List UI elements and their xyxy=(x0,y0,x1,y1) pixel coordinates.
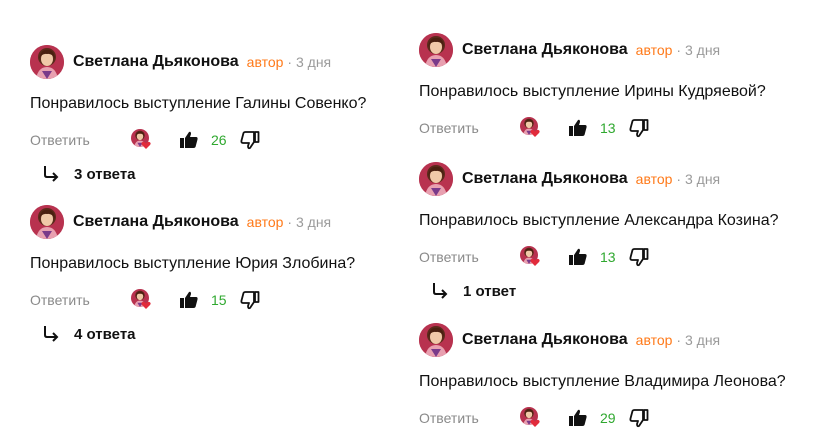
author-badge: автор xyxy=(635,332,673,348)
comment: Светлана Дьяконова автор · 3 дня Понрави… xyxy=(419,322,799,429)
replies-count[interactable]: 3 ответа xyxy=(74,166,136,183)
comment-text: Понравилось выступление Владимира Леонов… xyxy=(419,373,786,390)
author-name[interactable]: Светлана Дьяконова xyxy=(462,170,628,188)
author-name[interactable]: Светлана Дьяконова xyxy=(462,41,628,59)
comment: Светлана Дьяконова автор · 3 дня Понрави… xyxy=(30,44,410,184)
author-heart-reaction-icon xyxy=(131,289,153,311)
thumbs-down-icon[interactable] xyxy=(240,290,260,310)
author-name[interactable]: Светлана Дьяконова xyxy=(73,213,239,231)
comment-header: Светлана Дьяконова автор · 3 дня xyxy=(30,204,410,240)
thumbs-down-icon[interactable] xyxy=(629,408,649,428)
like-count: 29 xyxy=(600,410,616,426)
comment-actions: Ответить 15 xyxy=(30,289,410,311)
thumbs-down-icon[interactable] xyxy=(240,130,260,150)
replies-count[interactable]: 4 ответа xyxy=(74,326,136,343)
comment-text: Понравилось выступление Александра Козин… xyxy=(419,212,779,229)
comment-header: Светлана Дьяконова автор · 3 дня xyxy=(419,322,799,358)
comment-header: Светлана Дьяконова автор · 3 дня xyxy=(419,161,799,197)
comment: Светлана Дьяконова автор · 3 дня Понрави… xyxy=(419,161,799,301)
author-badge: автор xyxy=(635,42,673,58)
author-badge: автор xyxy=(635,171,673,187)
author-heart-reaction-icon xyxy=(520,117,542,139)
comment-actions: Ответить 13 xyxy=(419,117,799,139)
reply-arrow-icon xyxy=(431,282,449,300)
replies-toggle[interactable]: 1 ответ xyxy=(431,281,799,301)
reply-arrow-icon xyxy=(42,325,60,343)
thumbs-down-icon[interactable] xyxy=(629,118,649,138)
thumbs-up-icon[interactable] xyxy=(568,408,588,428)
author-name[interactable]: Светлана Дьяконова xyxy=(462,331,628,349)
comment: Светлана Дьяконова автор · 3 дня Понрави… xyxy=(30,204,410,344)
reply-button[interactable]: Ответить xyxy=(30,132,131,148)
comment-actions: Ответить 29 xyxy=(419,407,799,429)
author-badge: автор xyxy=(246,54,284,70)
comment-actions: Ответить 26 xyxy=(30,129,410,151)
comment-text: Понравилось выступление Юрия Злобина? xyxy=(30,255,356,272)
comment-header: Светлана Дьяконова автор · 3 дня xyxy=(30,44,410,80)
reply-button[interactable]: Ответить xyxy=(30,292,131,308)
avatar[interactable] xyxy=(30,45,64,79)
comment-time: · 3 дня xyxy=(676,42,721,58)
author-heart-reaction-icon xyxy=(131,129,153,151)
avatar[interactable] xyxy=(419,33,453,67)
comment-text: Понравилось выступление Галины Совенко? xyxy=(30,95,367,112)
thumbs-up-icon[interactable] xyxy=(179,130,199,150)
author-name[interactable]: Светлана Дьяконова xyxy=(73,53,239,71)
thumbs-up-icon[interactable] xyxy=(568,118,588,138)
avatar[interactable] xyxy=(419,323,453,357)
comment-time: · 3 дня xyxy=(676,171,721,187)
reply-button[interactable]: Ответить xyxy=(419,249,520,265)
comment-time: · 3 дня xyxy=(287,214,332,230)
like-count: 15 xyxy=(211,292,227,308)
author-heart-reaction-icon xyxy=(520,246,542,268)
thumbs-up-icon[interactable] xyxy=(568,247,588,267)
comment-text: Понравилось выступление Ирины Кудряевой? xyxy=(419,83,766,100)
avatar[interactable] xyxy=(419,162,453,196)
like-count: 13 xyxy=(600,120,616,136)
comment-header: Светлана Дьяконова автор · 3 дня xyxy=(419,32,799,68)
thumbs-down-icon[interactable] xyxy=(629,247,649,267)
replies-toggle[interactable]: 4 ответа xyxy=(42,324,410,344)
replies-toggle[interactable]: 3 ответа xyxy=(42,164,410,184)
comment: Светлана Дьяконова автор · 3 дня Понрави… xyxy=(419,32,799,139)
reply-button[interactable]: Ответить xyxy=(419,410,520,426)
comment-actions: Ответить 13 xyxy=(419,246,799,268)
comment-time: · 3 дня xyxy=(676,332,721,348)
thumbs-up-icon[interactable] xyxy=(179,290,199,310)
author-badge: автор xyxy=(246,214,284,230)
reply-button[interactable]: Ответить xyxy=(419,120,520,136)
avatar[interactable] xyxy=(30,205,64,239)
like-count: 13 xyxy=(600,249,616,265)
comment-time: · 3 дня xyxy=(287,54,332,70)
author-heart-reaction-icon xyxy=(520,407,542,429)
like-count: 26 xyxy=(211,132,227,148)
reply-arrow-icon xyxy=(42,165,60,183)
replies-count[interactable]: 1 ответ xyxy=(463,283,516,300)
